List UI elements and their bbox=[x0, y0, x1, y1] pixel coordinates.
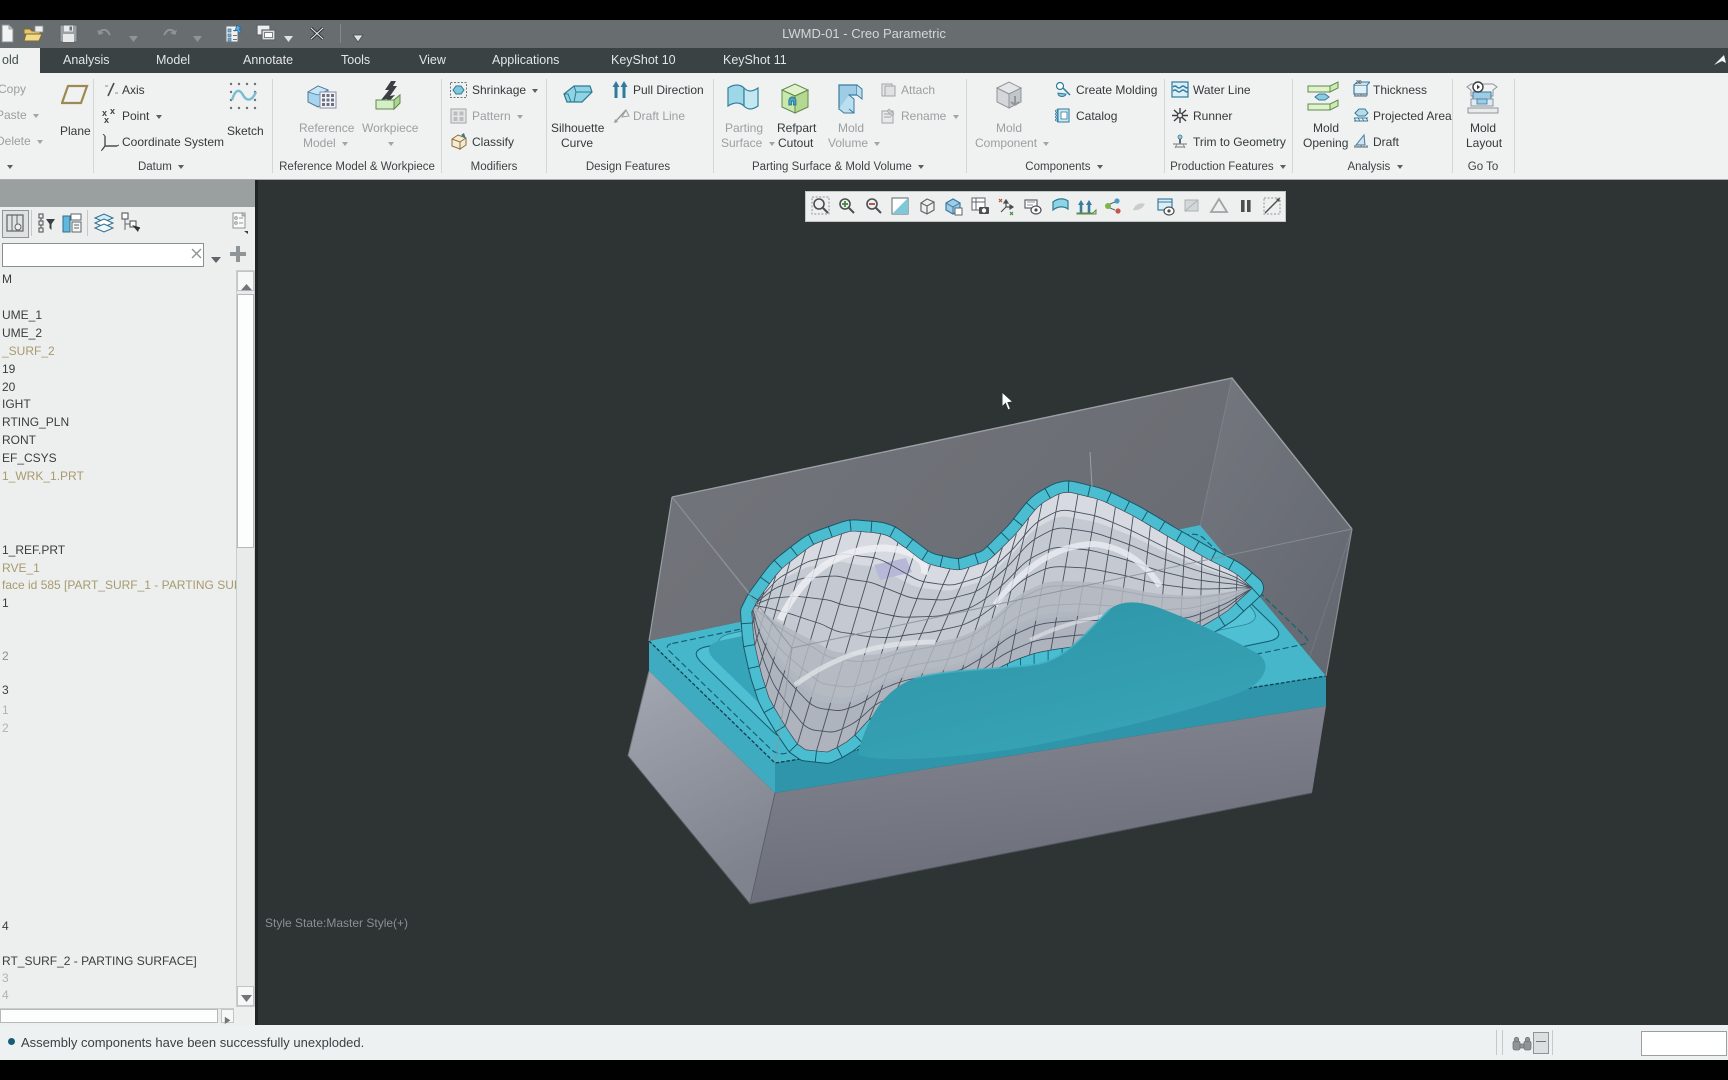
svg-text:x: x bbox=[104, 115, 109, 124]
svg-text:30: 30 bbox=[1356, 80, 1362, 86]
svg-text:x: x bbox=[110, 108, 115, 116]
